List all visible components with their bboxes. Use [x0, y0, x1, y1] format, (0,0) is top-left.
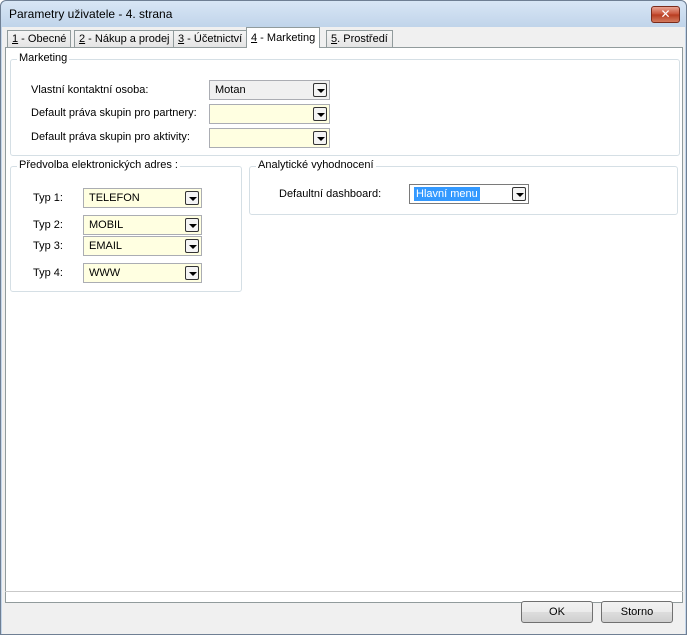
title-bar[interactable]: Parametry uživatele - 4. strana ✕ [1, 1, 686, 27]
chevron-down-icon[interactable] [185, 266, 199, 280]
partners-rights-combo[interactable] [209, 104, 330, 124]
dashboard-label: Defaultní dashboard: [279, 188, 382, 200]
addresses-legend: Předvolba elektronických adres : [17, 159, 180, 171]
type-1-combo[interactable]: TELEFON [83, 188, 202, 208]
tab-ucetnictvi[interactable]: 3 - Účetnictví [173, 30, 248, 48]
tab-prostredi[interactable]: 5. Prostředí [326, 30, 393, 48]
activities-rights-label: Default práva skupin pro aktivity: [31, 131, 190, 143]
type-3-value: EMAIL [89, 240, 123, 252]
contact-person-label: Vlastní kontaktní osoba: [31, 84, 149, 96]
tab-ucetnictvi-label: - Účetnictví [184, 33, 243, 45]
dashboard-value: Hlavní menu [414, 187, 480, 201]
chevron-down-icon[interactable] [313, 83, 327, 97]
partners-rights-label: Default práva skupin pro partnery: [31, 107, 197, 119]
close-button[interactable]: ✕ [651, 6, 680, 23]
tab-obecne-label: - Obecné [18, 33, 67, 45]
tab-prostredi-label: . Prostředí [337, 33, 388, 45]
chevron-down-icon[interactable] [512, 187, 526, 201]
type-4-combo[interactable]: WWW [83, 263, 202, 283]
tab-marketing[interactable]: 4 - Marketing [246, 27, 321, 48]
dashboard-combo[interactable]: Hlavní menu [409, 184, 529, 204]
ok-button[interactable]: OK [521, 601, 593, 623]
contact-person-value: Motan [215, 84, 246, 96]
type-4-label: Typ 4: [33, 267, 63, 279]
type-1-label: Typ 1: [33, 192, 63, 204]
tab-nakup-label: - Nákup a prodej [85, 33, 170, 45]
dialog-client: 1 - Obecné 2 - Nákup a prodej 3 - Účetni… [2, 27, 685, 634]
chevron-down-icon[interactable] [313, 131, 327, 145]
analytics-group: Analytické vyhodnocení Defaultní dashboa… [249, 159, 678, 215]
type-2-combo[interactable]: MOBIL [83, 215, 202, 235]
type-1-value: TELEFON [89, 192, 140, 204]
tab-page-marketing: Marketing Vlastní kontaktní osoba: Motan… [5, 47, 683, 603]
dialog-window: Parametry uživatele - 4. strana ✕ 1 - Ob… [0, 0, 687, 635]
tab-nakup-a-prodej[interactable]: 2 - Nákup a prodej [74, 30, 175, 48]
marketing-legend: Marketing [17, 52, 70, 64]
chevron-down-icon[interactable] [185, 218, 199, 232]
contact-person-combo[interactable]: Motan [209, 80, 330, 100]
type-4-value: WWW [89, 267, 121, 279]
electronic-addresses-group: Předvolba elektronických adres : Typ 1: … [10, 159, 242, 292]
marketing-group: Marketing Vlastní kontaktní osoba: Motan… [10, 52, 680, 156]
chevron-down-icon[interactable] [313, 107, 327, 121]
tab-obecne[interactable]: 1 - Obecné [7, 30, 72, 48]
type-2-value: MOBIL [89, 219, 124, 231]
chevron-down-icon[interactable] [185, 239, 199, 253]
activities-rights-combo[interactable] [209, 128, 330, 148]
type-3-combo[interactable]: EMAIL [83, 236, 202, 256]
cancel-button[interactable]: Storno [601, 601, 673, 623]
type-2-label: Typ 2: [33, 219, 63, 231]
bottom-divider [5, 591, 683, 592]
tab-marketing-label: - Marketing [257, 32, 316, 44]
window-title: Parametry uživatele - 4. strana [9, 7, 173, 21]
chevron-down-icon[interactable] [185, 191, 199, 205]
type-3-label: Typ 3: [33, 240, 63, 252]
analytics-legend: Analytické vyhodnocení [256, 159, 376, 171]
